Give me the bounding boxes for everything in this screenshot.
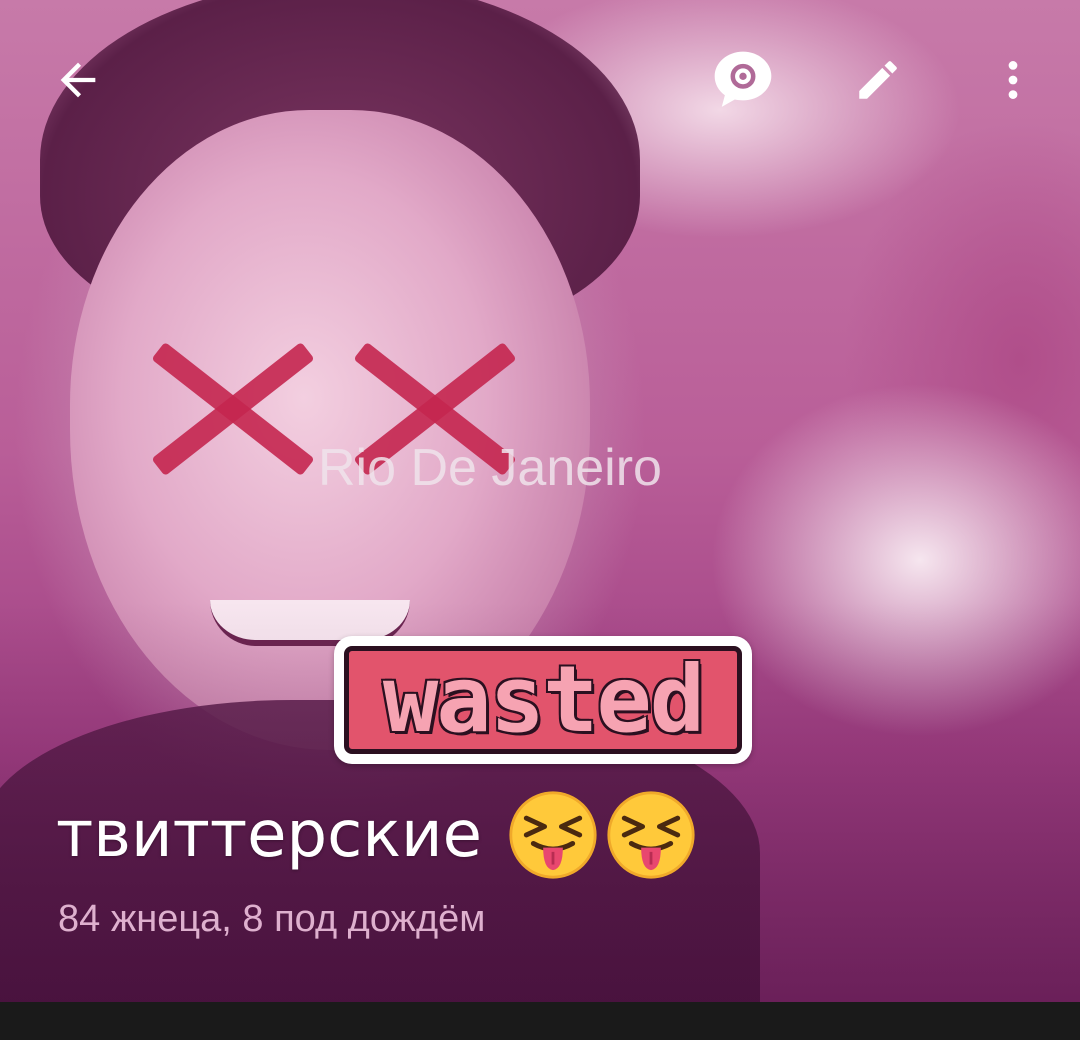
- title-emojis: [508, 790, 696, 880]
- chat-settings-icon: [714, 51, 772, 107]
- photo-overlay-text: Rio De Janeiro: [318, 439, 662, 497]
- x-eye-left-icon: [128, 320, 318, 500]
- more-options-button[interactable]: [973, 40, 1053, 120]
- bottom-bar: [0, 1002, 1080, 1040]
- squinting-tongue-emoji-icon: [607, 791, 695, 879]
- squinting-tongue-emoji-icon: [509, 791, 597, 879]
- chat-title-text: твиттерские: [56, 798, 482, 872]
- chat-settings-button[interactable]: [703, 40, 783, 120]
- back-button[interactable]: [38, 40, 118, 120]
- arrow-left-icon: [60, 62, 96, 98]
- chat-subtitle: 84 жнеца, 8 под дождём: [58, 898, 486, 940]
- pencil-icon: [859, 61, 897, 99]
- chat-title: твиттерские: [56, 790, 696, 880]
- wasted-sticker-text: wasted: [344, 646, 742, 754]
- chat-profile-screen: Rio De Janeiro wasted твиттерские 84 жне…: [0, 0, 1080, 1040]
- wasted-sticker: wasted: [334, 636, 752, 764]
- more-vertical-icon: [1008, 61, 1018, 99]
- edit-button[interactable]: [838, 40, 918, 120]
